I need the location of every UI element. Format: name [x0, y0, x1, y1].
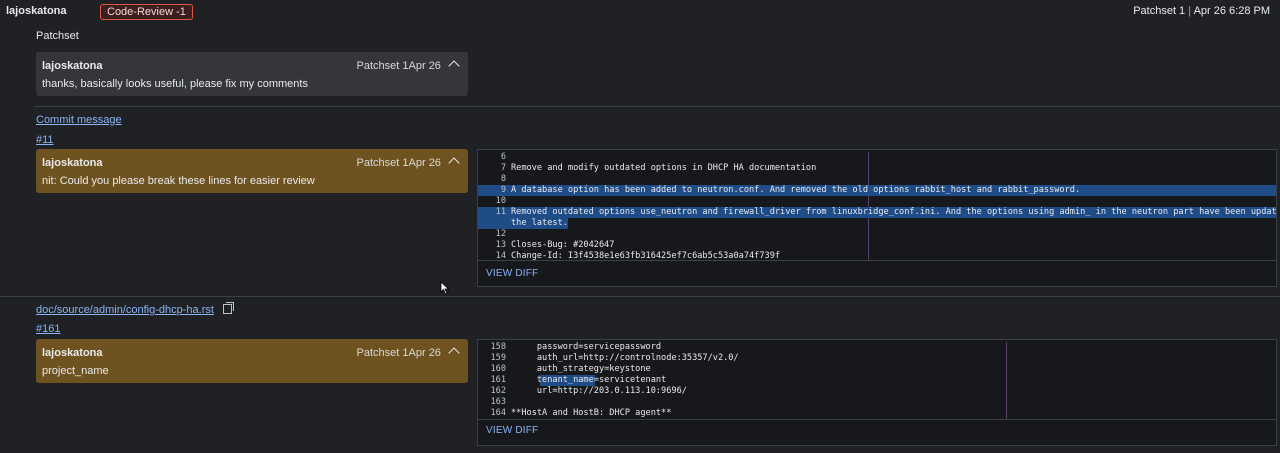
code-line: 161 tenant_name=servicetenant [490, 375, 667, 386]
comment-author: lajoskatona [42, 347, 103, 359]
code-review-vote-badge: Code-Review -1 [100, 4, 193, 20]
code-line: 6 [500, 152, 506, 162]
patchset-comment-card[interactable]: lajoskatona Patchset 1Apr 26 thanks, bas… [36, 52, 468, 96]
comment-date: Apr 26 [408, 60, 441, 72]
file-path-link[interactable]: doc/source/admin/config-dhcp-ha.rst [36, 304, 214, 316]
code-line: 8 [500, 174, 506, 184]
divider [0, 296, 1280, 297]
copy-icon[interactable] [223, 302, 234, 314]
message-date[interactable]: Apr 26 6:28 PM [1194, 5, 1270, 17]
code-line-highlighted: 9A database option has been added to neu… [478, 185, 1276, 196]
comment-author: lajoskatona [42, 157, 103, 169]
commit-comment-card[interactable]: lajoskatona Patchset 1Apr 26 nit: Could … [36, 149, 468, 193]
code-line: 164 **HostA and HostB: DHCP agent** [490, 408, 672, 418]
line-link-161[interactable]: #161 [36, 323, 60, 335]
message-author[interactable]: lajoskatona [6, 5, 67, 17]
comment-text: nit: Could you please break these lines … [42, 175, 315, 187]
line-link-11[interactable]: #11 [36, 134, 54, 146]
chevron-up-icon[interactable] [448, 347, 460, 359]
chevron-up-icon[interactable] [448, 157, 460, 169]
commit-message-link[interactable]: Commit message [36, 114, 122, 126]
mouse-cursor-icon [440, 281, 450, 295]
chevron-up-icon[interactable] [448, 60, 460, 72]
comment-patchset: Patchset 1 [356, 60, 409, 72]
code-line: 158 password=servicepassword [490, 342, 662, 352]
patchset-label: Patchset [36, 30, 79, 42]
message-meta: Patchset 1 | Apr 26 6:28 PM [1133, 5, 1270, 17]
comment-meta: Patchset 1Apr 26 [356, 60, 460, 72]
code-line: 162 url=http://203.0.113.10:9696/ [490, 386, 687, 396]
message-patchset: Patchset 1 [1133, 5, 1186, 17]
comment-meta: Patchset 1Apr 26 [356, 157, 460, 169]
code-line: 10 [495, 196, 506, 206]
file-comment-card[interactable]: lajoskatona Patchset 1Apr 26 project_nam… [36, 339, 468, 383]
commit-code-context: 6 7 Remove and modify outdated options in… [477, 149, 1277, 287]
comment-patchset: Patchset 1 [356, 347, 409, 359]
code-lines: 6 7 Remove and modify outdated options in… [478, 152, 1276, 260]
code-line: 13 Closes-Bug: #2042647 [495, 240, 615, 250]
file-path-row: doc/source/admin/config-dhcp-ha.rst [36, 302, 234, 316]
comment-text: project_name [42, 365, 109, 377]
code-line-highlighted: the latest. [478, 218, 568, 229]
code-line: 7 Remove and modify outdated options in D… [500, 163, 817, 173]
code-line: 159 auth_url=http://controlnode:35357/v2… [490, 353, 739, 363]
view-diff-button[interactable]: VIEW DIFF [486, 268, 538, 279]
code-line: 12 [495, 229, 506, 239]
comment-meta: Patchset 1Apr 26 [356, 347, 460, 359]
code-line: 14 Change-Id: I3f4538e1e63fb316425ef7c6ab… [495, 251, 781, 260]
comment-text: thanks, basically looks useful, please f… [42, 78, 308, 90]
divider [34, 106, 1280, 107]
comment-author: lajoskatona [42, 60, 103, 72]
comment-date: Apr 26 [408, 347, 441, 359]
file-code-context: 158 password=servicepassword 159 auth_ur… [477, 339, 1277, 446]
divider [478, 260, 1276, 261]
view-diff-button[interactable]: VIEW DIFF [486, 425, 538, 436]
code-line: 160 auth_strategy=keystone [490, 364, 651, 374]
code-line: 163 [490, 397, 506, 407]
comment-date: Apr 26 [408, 157, 441, 169]
code-line-highlighted: 11 Removed outdated options use_neutron a… [478, 207, 1276, 218]
code-lines: 158 password=servicepassword 159 auth_ur… [478, 342, 1276, 419]
comment-patchset: Patchset 1 [356, 157, 409, 169]
divider [478, 419, 1276, 420]
